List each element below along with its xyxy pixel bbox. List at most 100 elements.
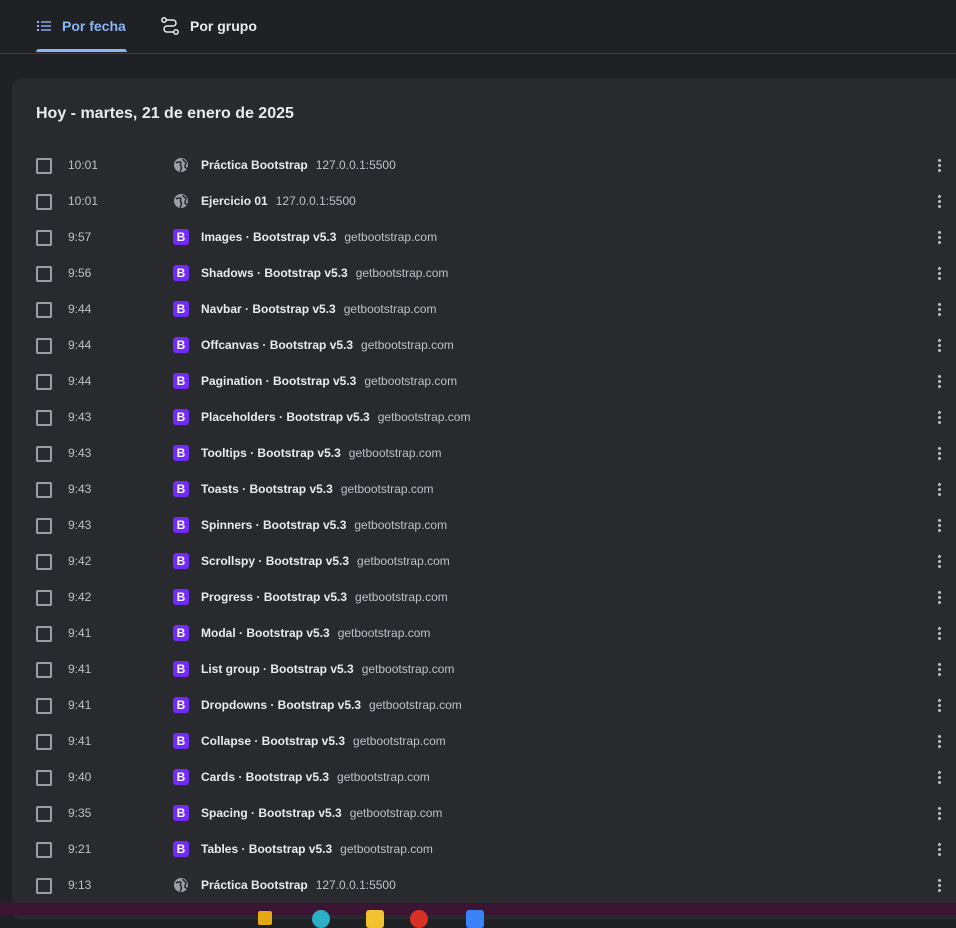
- app-icon[interactable]: [366, 910, 384, 928]
- history-entry[interactable]: 9:42 B Progress · Bootstrap v5.3 getbootstr…: [12, 579, 956, 615]
- history-entry[interactable]: 9:43 B Spinners · Bootstrap v5.3 getbootstr…: [12, 507, 956, 543]
- more-vert-icon[interactable]: [934, 229, 944, 245]
- entry-link[interactable]: Dropdowns · Bootstrap v5.3 getbootstrap.c…: [201, 698, 462, 712]
- entry-checkbox[interactable]: [36, 626, 52, 642]
- more-vert-icon[interactable]: [934, 409, 944, 425]
- entry-link[interactable]: Navbar · Bootstrap v5.3 getbootstrap.com: [201, 302, 436, 316]
- entry-link[interactable]: List group · Bootstrap v5.3 getbootstrap.…: [201, 662, 454, 676]
- history-entry[interactable]: 9:44 B Navbar · Bootstrap v5.3 getbootstrap…: [12, 291, 956, 327]
- more-vert-icon[interactable]: [934, 625, 944, 641]
- entry-link[interactable]: Shadows · Bootstrap v5.3 getbootstrap.com: [201, 266, 448, 280]
- history-entry[interactable]: 9:44 B Offcanvas · Bootstrap v5.3 getbootst…: [12, 327, 956, 363]
- more-vert-icon[interactable]: [934, 193, 944, 209]
- entry-link[interactable]: Offcanvas · Bootstrap v5.3 getbootstrap.c…: [201, 338, 454, 352]
- entry-checkbox[interactable]: [36, 842, 52, 858]
- more-vert-icon[interactable]: [934, 517, 944, 533]
- more-vert-icon[interactable]: [934, 769, 944, 785]
- history-entry[interactable]: 9:57 B Images · Bootstrap v5.3 getbootstrap…: [12, 219, 956, 255]
- history-entry[interactable]: 9:41 B Dropdowns · Bootstrap v5.3 getbootst…: [12, 687, 956, 723]
- entry-link[interactable]: Tooltips · Bootstrap v5.3 getbootstrap.co…: [201, 446, 442, 460]
- entry-link[interactable]: Ejercicio 01 127.0.0.1:5500: [201, 194, 356, 208]
- history-entry[interactable]: 9:41 B Modal · Bootstrap v5.3 getbootstrap.…: [12, 615, 956, 651]
- history-entry[interactable]: 9:40 B Cards · Bootstrap v5.3 getbootstrap.…: [12, 759, 956, 795]
- edge-icon[interactable]: [312, 910, 330, 928]
- entry-link[interactable]: Cards · Bootstrap v5.3 getbootstrap.com: [201, 770, 430, 784]
- entry-checkbox[interactable]: [36, 698, 52, 714]
- entry-checkbox[interactable]: [36, 410, 52, 426]
- entry-link[interactable]: Progress · Bootstrap v5.3 getbootstrap.co…: [201, 590, 448, 604]
- entry-checkbox[interactable]: [36, 338, 52, 354]
- more-vert-icon[interactable]: [934, 337, 944, 353]
- entry-link[interactable]: Modal · Bootstrap v5.3 getbootstrap.com: [201, 626, 430, 640]
- more-vert-icon[interactable]: [934, 445, 944, 461]
- history-entry[interactable]: 9:13 Práctica Bootstrap 127.0.0.1:5500: [12, 867, 956, 903]
- history-entry[interactable]: 9:42 B Scrollspy · Bootstrap v5.3 getbootst…: [12, 543, 956, 579]
- tab-por-fecha[interactable]: Por fecha: [36, 0, 127, 52]
- bootstrap-icon: B: [173, 229, 189, 245]
- more-vert-icon[interactable]: [934, 373, 944, 389]
- entry-link[interactable]: Collapse · Bootstrap v5.3 getbootstrap.co…: [201, 734, 446, 748]
- entry-checkbox[interactable]: [36, 518, 52, 534]
- more-vert-icon[interactable]: [934, 877, 944, 893]
- entry-checkbox[interactable]: [36, 158, 52, 174]
- entry-checkbox[interactable]: [36, 806, 52, 822]
- entry-link[interactable]: Images · Bootstrap v5.3 getbootstrap.com: [201, 230, 437, 244]
- entry-link[interactable]: Spinners · Bootstrap v5.3 getbootstrap.co…: [201, 518, 447, 532]
- more-vert-icon[interactable]: [934, 481, 944, 497]
- more-vert-icon[interactable]: [934, 553, 944, 569]
- history-entry[interactable]: 9:44 B Pagination · Bootstrap v5.3 getboots…: [12, 363, 956, 399]
- history-entry[interactable]: 9:56 B Shadows · Bootstrap v5.3 getbootstra…: [12, 255, 956, 291]
- history-entry[interactable]: 10:01 Práctica Bootstrap 127.0.0.1:5500: [12, 147, 956, 183]
- entry-title: Modal · Bootstrap v5.3: [201, 626, 330, 640]
- entry-link[interactable]: Pagination · Bootstrap v5.3 getbootstrap.…: [201, 374, 457, 388]
- entry-link[interactable]: Toasts · Bootstrap v5.3 getbootstrap.com: [201, 482, 434, 496]
- entry-checkbox[interactable]: [36, 662, 52, 678]
- tab-por-grupo[interactable]: Por grupo: [160, 0, 257, 52]
- bootstrap-icon: B: [173, 589, 189, 605]
- history-entry[interactable]: 9:41 B Collapse · Bootstrap v5.3 getbootstr…: [12, 723, 956, 759]
- entry-checkbox[interactable]: [36, 302, 52, 318]
- folder-icon[interactable]: [258, 911, 272, 925]
- more-vert-icon[interactable]: [934, 157, 944, 173]
- entry-link[interactable]: Tables · Bootstrap v5.3 getbootstrap.com: [201, 842, 433, 856]
- history-entry[interactable]: 9:41 B List group · Bootstrap v5.3 getboots…: [12, 651, 956, 687]
- entry-domain: getbootstrap.com: [357, 554, 450, 568]
- entry-checkbox[interactable]: [36, 446, 52, 462]
- more-vert-icon[interactable]: [934, 301, 944, 317]
- entry-checkbox[interactable]: [36, 878, 52, 894]
- history-entry[interactable]: 10:01 Ejercicio 01 127.0.0.1:5500: [12, 183, 956, 219]
- more-vert-icon[interactable]: [934, 265, 944, 281]
- entry-checkbox[interactable]: [36, 374, 52, 390]
- entry-checkbox[interactable]: [36, 590, 52, 606]
- entry-time: 9:41: [68, 662, 92, 676]
- entry-link[interactable]: Placeholders · Bootstrap v5.3 getbootstra…: [201, 410, 470, 424]
- bootstrap-icon: B: [173, 409, 189, 425]
- entry-time: 10:01: [68, 158, 99, 172]
- more-vert-icon[interactable]: [934, 697, 944, 713]
- entry-checkbox[interactable]: [36, 554, 52, 570]
- entry-link[interactable]: Práctica Bootstrap 127.0.0.1:5500: [201, 878, 396, 892]
- history-entry[interactable]: 9:21 B Tables · Bootstrap v5.3 getbootstrap…: [12, 831, 956, 867]
- history-entry[interactable]: 9:43 B Placeholders · Bootstrap v5.3 getboo…: [12, 399, 956, 435]
- chrome-icon[interactable]: [410, 910, 428, 928]
- entry-link[interactable]: Práctica Bootstrap 127.0.0.1:5500: [201, 158, 396, 172]
- entry-checkbox[interactable]: [36, 194, 52, 210]
- entry-link[interactable]: Scrollspy · Bootstrap v5.3 getbootstrap.c…: [201, 554, 450, 568]
- entry-domain: getbootstrap.com: [337, 770, 430, 784]
- more-vert-icon[interactable]: [934, 805, 944, 821]
- history-entry[interactable]: 9:43 B Toasts · Bootstrap v5.3 getbootstrap…: [12, 471, 956, 507]
- vscode-icon[interactable]: [466, 910, 484, 928]
- history-entry[interactable]: 9:43 B Tooltips · Bootstrap v5.3 getbootstr…: [12, 435, 956, 471]
- entry-link[interactable]: Spacing · Bootstrap v5.3 getbootstrap.com: [201, 806, 442, 820]
- more-vert-icon[interactable]: [934, 733, 944, 749]
- entry-checkbox[interactable]: [36, 230, 52, 246]
- entry-checkbox[interactable]: [36, 266, 52, 282]
- more-vert-icon[interactable]: [934, 661, 944, 677]
- more-vert-icon[interactable]: [934, 841, 944, 857]
- entry-checkbox[interactable]: [36, 482, 52, 498]
- entry-domain: getbootstrap.com: [340, 482, 434, 496]
- history-entry[interactable]: 9:35 B Spacing · Bootstrap v5.3 getbootstra…: [12, 795, 956, 831]
- entry-checkbox[interactable]: [36, 734, 52, 750]
- more-vert-icon[interactable]: [934, 589, 944, 605]
- entry-checkbox[interactable]: [36, 770, 52, 786]
